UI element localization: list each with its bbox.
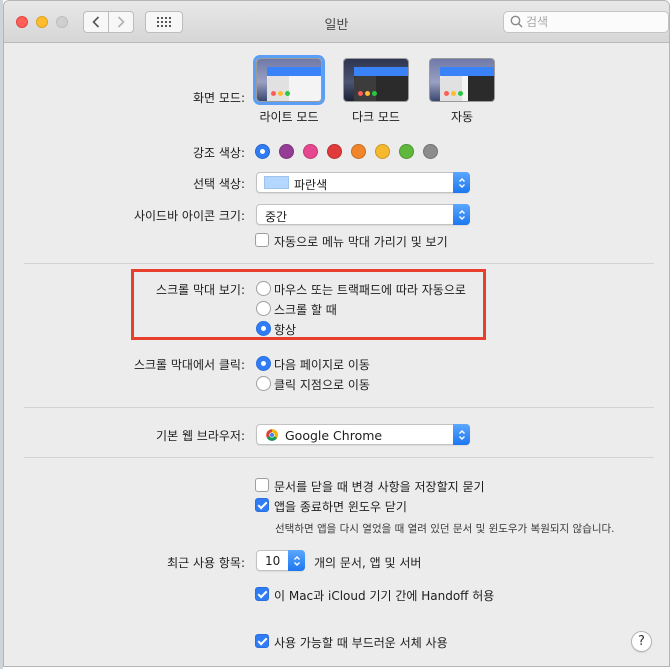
divider: [24, 407, 654, 408]
divider: [24, 457, 654, 458]
title-bar: 일반: [4, 1, 669, 43]
accent-color-pink[interactable]: [303, 144, 318, 159]
close-windows-checkbox[interactable]: [255, 498, 269, 512]
light-mode-label: 라이트 모드: [259, 110, 319, 124]
ask-save-changes-checkbox[interactable]: [255, 478, 269, 492]
close-windows-label: 앱을 종료하면 윈도우 닫기: [274, 500, 407, 514]
accent-color-red[interactable]: [327, 144, 342, 159]
ask-save-changes-label: 문서를 닫을 때 변경 사항을 저장할지 묻기: [274, 480, 485, 494]
accent-color-label: 강조 색상:: [192, 146, 245, 160]
highlight-swatch: [264, 176, 289, 189]
scrollbars-when-scrolling-radio[interactable]: [256, 301, 271, 316]
font-smoothing-label: 사용 가능할 때 부드러운 서체 사용: [274, 636, 448, 650]
accent-color-orange[interactable]: [351, 144, 366, 159]
accent-color-graphite[interactable]: [423, 144, 438, 159]
click-scrollbar-label: 스크롤 막대에서 클릭:: [133, 358, 245, 372]
recent-items-value: 10: [265, 554, 281, 568]
popup-stepper-icon: [453, 204, 470, 225]
highlight-color-value: 파란색: [294, 178, 328, 192]
accent-color-yellow[interactable]: [375, 144, 390, 159]
preferences-window: 일반 화면 모드: 라이트 모드 다크 모드: [3, 0, 670, 667]
autohide-menu-checkbox[interactable]: [255, 233, 269, 247]
appearance-dark-option[interactable]: 다크 모드: [341, 58, 411, 125]
scrollbars-auto-label: 마우스 또는 트랙패드에 따라 자동으로: [274, 283, 466, 297]
light-mode-thumbnail: [253, 55, 325, 105]
dark-mode-label: 다크 모드: [352, 110, 400, 124]
sidebar-icon-size-label: 사이드바 아이콘 크기:: [133, 209, 245, 223]
click-next-page-radio[interactable]: [256, 356, 271, 371]
default-browser-popup[interactable]: Google Chrome: [256, 424, 470, 445]
search-icon: [510, 15, 523, 28]
recent-items-popup[interactable]: 10: [256, 550, 305, 571]
divider: [24, 263, 654, 264]
highlight-color-label: 선택 색상:: [192, 177, 245, 191]
scrollbars-when-scrolling-label: 스크롤 할 때: [274, 303, 337, 317]
popup-stepper-icon: [453, 424, 470, 445]
accent-color-green[interactable]: [399, 144, 414, 159]
highlight-color-popup[interactable]: 파란색: [256, 172, 470, 193]
auto-mode-label: 자동: [450, 110, 474, 124]
accent-color-purple[interactable]: [279, 144, 294, 159]
default-browser-label: 기본 웹 브라우저:: [156, 429, 245, 443]
popup-stepper-icon: [288, 550, 305, 571]
default-browser-value: Google Chrome: [285, 428, 383, 443]
recent-items-label: 최근 사용 항목:: [167, 556, 245, 570]
help-button[interactable]: ?: [631, 631, 652, 652]
dark-mode-thumbnail: [343, 58, 409, 102]
click-spot-radio[interactable]: [256, 376, 271, 391]
chrome-icon: [266, 429, 278, 441]
sidebar-icon-size-popup[interactable]: 중간: [256, 204, 470, 225]
appearance-label: 화면 모드:: [192, 91, 245, 105]
popup-stepper-icon: [453, 172, 470, 193]
scrollbars-always-radio[interactable]: [256, 321, 271, 336]
search-field[interactable]: [503, 11, 669, 33]
handoff-checkbox[interactable]: [255, 587, 269, 601]
search-input[interactable]: [526, 14, 662, 30]
show-scrollbars-label: 스크롤 막대 보기:: [156, 283, 245, 297]
click-spot-label: 클릭 지점으로 이동: [274, 378, 370, 392]
close-windows-note: 선택하면 앱을 다시 열었을 때 열려 있던 문서 및 윈도우가 복원되지 않습…: [275, 523, 615, 535]
click-next-page-label: 다음 페이지로 이동: [274, 358, 370, 372]
scrollbars-auto-radio[interactable]: [256, 281, 271, 296]
appearance-auto-option[interactable]: 자동: [427, 58, 497, 125]
handoff-label: 이 Mac과 iCloud 기기 간에 Handoff 허용: [274, 589, 495, 603]
recent-items-suffix: 개의 문서, 앱 및 서버: [314, 556, 422, 570]
appearance-light-option[interactable]: 라이트 모드: [253, 55, 325, 125]
font-smoothing-checkbox[interactable]: [255, 634, 269, 648]
sidebar-icon-size-value: 중간: [265, 210, 288, 224]
autohide-menu-label: 자동으로 메뉴 막대 가리기 및 보기: [274, 235, 448, 249]
scrollbars-always-label: 항상: [274, 323, 297, 337]
accent-color-blue[interactable]: [255, 144, 270, 159]
auto-mode-thumbnail: [429, 58, 495, 102]
